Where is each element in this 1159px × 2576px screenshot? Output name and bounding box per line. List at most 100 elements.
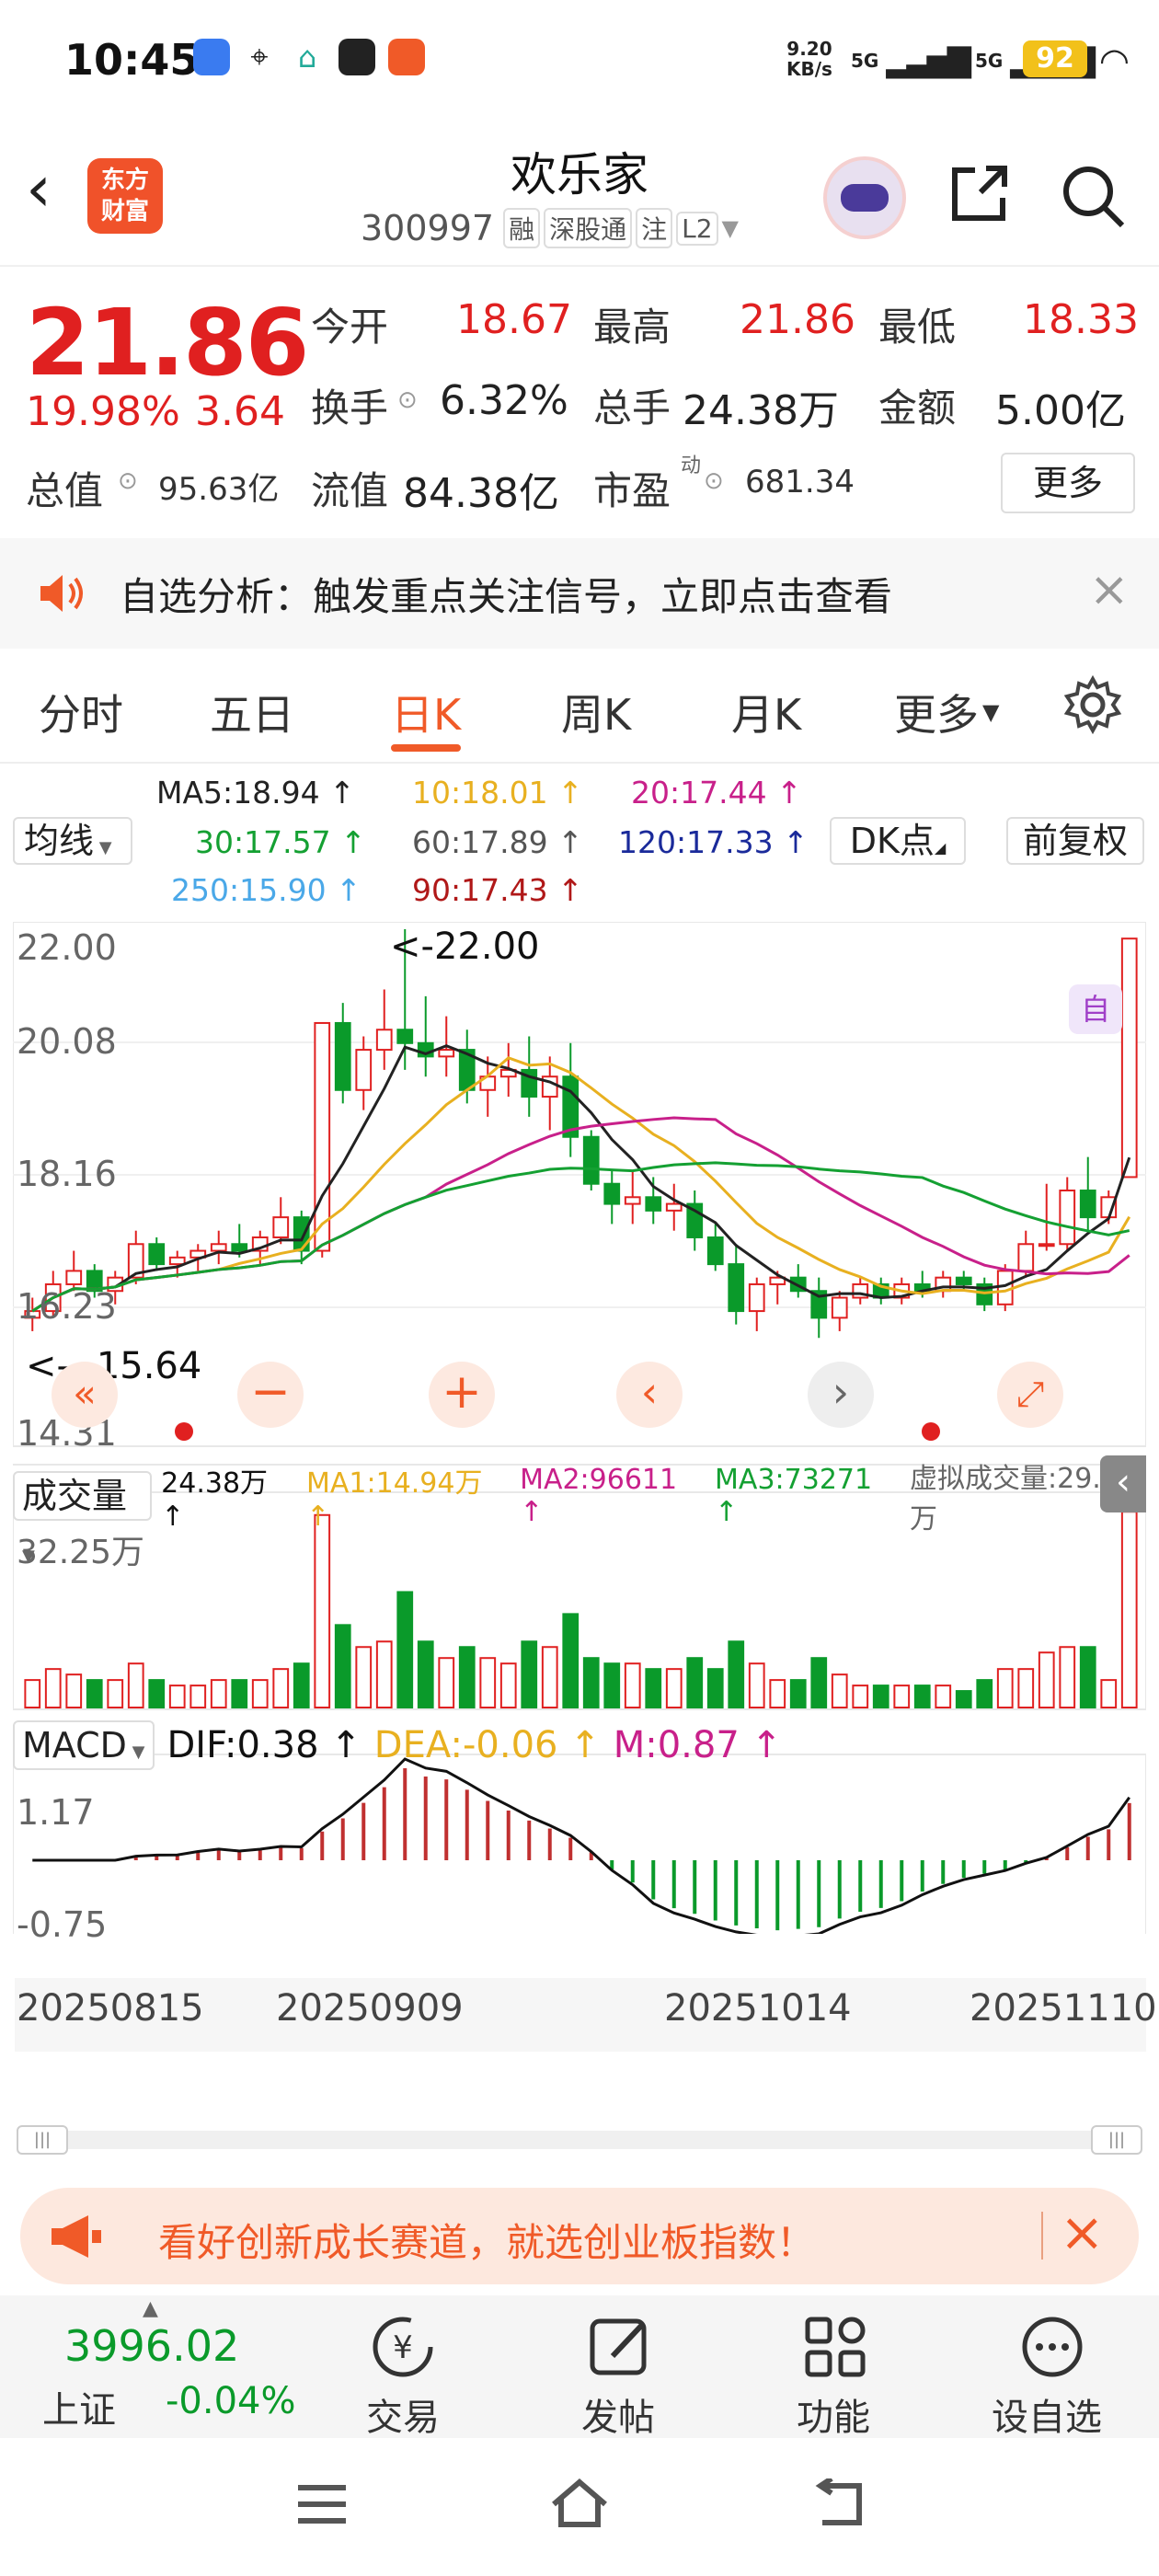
more-button[interactable]: 更多 bbox=[1001, 453, 1135, 513]
home-icon[interactable] bbox=[548, 2477, 611, 2530]
quote-panel: 21.86 19.98% 3.64 今开 18.67 最高 21.86 最低 1… bbox=[0, 269, 1159, 535]
promo-banner[interactable]: 看好创新成长赛道，就选创业板指数！ × bbox=[20, 2188, 1139, 2284]
volume-bar bbox=[210, 1679, 227, 1709]
candle-body bbox=[355, 1049, 373, 1091]
zoom-in-icon[interactable]: + bbox=[429, 1362, 495, 1428]
range-handle-right[interactable]: ||| bbox=[1091, 2125, 1142, 2155]
scroll-left-icon[interactable]: ‹ bbox=[616, 1362, 683, 1428]
tab-monthly-k[interactable]: 月K bbox=[731, 682, 801, 742]
candle-body bbox=[748, 1282, 765, 1313]
pe-dynamic-mark: 动 bbox=[681, 454, 702, 477]
volume-bar bbox=[1079, 1646, 1096, 1708]
robot-assistant-icon[interactable] bbox=[823, 156, 906, 239]
volume-bar bbox=[65, 1673, 83, 1708]
volume-legend: 成交量 ▼ 24.38万 ↑ MA1:14.94万 ↑ MA2:96611 ↑ … bbox=[13, 1455, 1159, 1566]
low-value: 18.33 bbox=[1023, 296, 1139, 343]
zoom-out-icon[interactable]: − bbox=[237, 1362, 304, 1428]
post-label[interactable]: 发帖 bbox=[581, 2387, 655, 2441]
range-handle-left[interactable]: ||| bbox=[17, 2125, 68, 2155]
change-percent: 19.98% bbox=[26, 388, 180, 435]
function-label[interactable]: 功能 bbox=[797, 2387, 870, 2441]
candle-body bbox=[396, 1029, 414, 1044]
active-tab-indicator bbox=[391, 744, 461, 752]
settings-gear-icon[interactable] bbox=[1062, 674, 1123, 735]
add-watchlist-icon[interactable] bbox=[1017, 2312, 1087, 2382]
post-icon[interactable] bbox=[585, 2312, 655, 2382]
chevron-down-icon: ▼ bbox=[982, 699, 1000, 725]
close-icon[interactable]: × bbox=[1089, 562, 1130, 617]
index-value[interactable]: 3996.02 bbox=[64, 2321, 239, 2371]
candle-body bbox=[148, 1243, 166, 1266]
add-watchlist-label[interactable]: 设自选 bbox=[992, 2387, 1102, 2441]
volume-value: 24.38万 ↑ bbox=[161, 1466, 269, 1533]
indicator-select[interactable]: 均线 ▼ bbox=[13, 817, 132, 865]
ma30-label: 30:17.57 ↑ bbox=[195, 824, 366, 860]
share-icon[interactable] bbox=[947, 161, 1012, 225]
volume-bar bbox=[189, 1685, 207, 1709]
back-icon[interactable] bbox=[809, 2476, 866, 2528]
candle-body bbox=[1017, 1243, 1035, 1272]
ma120-label: 120:17.33 ↑ bbox=[618, 824, 809, 860]
volume-bar bbox=[686, 1657, 704, 1709]
menu-icon[interactable] bbox=[294, 2482, 350, 2526]
promo-text[interactable]: 看好创新成长赛道，就选创业板指数！ bbox=[158, 2212, 815, 2268]
candle-body bbox=[375, 1029, 393, 1052]
amount-value: 5.00亿 bbox=[995, 387, 1126, 434]
open-value: 18.67 bbox=[456, 296, 572, 343]
adjust-price-button[interactable]: 前复权 bbox=[1006, 817, 1144, 865]
close-icon[interactable]: × bbox=[1060, 2201, 1105, 2263]
tab-weekly-k[interactable]: 周K bbox=[561, 682, 631, 742]
mktcap-value: 95.63亿 bbox=[158, 471, 280, 508]
dk-point-button[interactable]: DK点◢ bbox=[830, 817, 966, 865]
system-navigation bbox=[0, 2438, 1159, 2576]
net-speed-unit: KB/s bbox=[786, 58, 832, 80]
volume-bar bbox=[314, 1513, 331, 1708]
net-speed-value: 9.20 bbox=[786, 38, 832, 60]
tab-intraday[interactable]: 分时 bbox=[39, 682, 123, 742]
collapse-panel-icon[interactable]: ‹ bbox=[1100, 1455, 1146, 1512]
volume-bar bbox=[665, 1668, 683, 1708]
tag-l2: L2 bbox=[676, 211, 718, 246]
dropdown-icon[interactable]: ▼ bbox=[722, 215, 739, 241]
stock-code-row: 300997 融 深股通 注 L2 ▼ bbox=[361, 208, 739, 248]
search-icon[interactable] bbox=[1058, 161, 1128, 231]
volume-bar bbox=[86, 1679, 103, 1709]
volume-select[interactable]: 成交量 ▼ bbox=[13, 1471, 153, 1566]
notice-bar[interactable]: 自选分析：触发重点关注信号，立即点击查看 × bbox=[0, 538, 1159, 649]
signal-tag[interactable]: 自 bbox=[1069, 984, 1122, 1034]
volume-bar bbox=[438, 1657, 455, 1709]
volume-bar bbox=[706, 1668, 724, 1708]
function-grid-icon[interactable] bbox=[800, 2312, 870, 2382]
change-amount: 3.64 bbox=[195, 388, 285, 435]
info-icon[interactable]: ⊙ bbox=[397, 386, 418, 414]
range-slider-track[interactable] bbox=[17, 2131, 1142, 2149]
pe-label: 市盈 bbox=[593, 468, 671, 513]
scroll-right-icon[interactable]: › bbox=[808, 1362, 874, 1428]
turnover-value: 6.32% bbox=[440, 377, 568, 424]
scroll-left-fast-icon[interactable]: « bbox=[52, 1362, 118, 1428]
candle-body bbox=[168, 1256, 186, 1266]
info-icon[interactable]: ⊙ bbox=[704, 467, 724, 495]
low-label: 最低 bbox=[878, 305, 957, 350]
tab-five-day[interactable]: 五日 bbox=[210, 682, 294, 742]
ma5-label: MA5:18.94 ↑ bbox=[156, 775, 355, 811]
candle-body bbox=[1059, 1190, 1076, 1246]
trade-icon[interactable]: ¥ bbox=[368, 2312, 438, 2382]
fullscreen-icon[interactable]: ⤢ bbox=[997, 1362, 1063, 1428]
volume-bar bbox=[168, 1685, 186, 1709]
volume-bar bbox=[1038, 1651, 1055, 1709]
volume-bar bbox=[417, 1640, 434, 1708]
clock: 10:45 bbox=[64, 35, 200, 85]
candle-body bbox=[603, 1182, 621, 1205]
chevron-up-icon[interactable]: ▲ bbox=[143, 2297, 158, 2320]
chart-zone: 均线 ▼ MA5:18.94 ↑ 10:18.01 ↑ 20:17.44 ↑ 3… bbox=[0, 764, 1159, 2155]
macd-select[interactable]: MACD ▼ bbox=[13, 1720, 155, 1770]
volume-bar bbox=[852, 1685, 869, 1709]
volume-bar bbox=[521, 1640, 538, 1708]
tab-daily-k[interactable]: 日K bbox=[391, 682, 461, 742]
notice-text[interactable]: 自选分析：触发重点关注信号，立即点击查看 bbox=[120, 566, 892, 622]
candle-body bbox=[438, 1049, 455, 1058]
tab-more[interactable]: 更多 ▼ bbox=[894, 682, 999, 742]
trade-label[interactable]: 交易 bbox=[366, 2387, 440, 2441]
info-icon[interactable]: ⊙ bbox=[118, 467, 138, 495]
